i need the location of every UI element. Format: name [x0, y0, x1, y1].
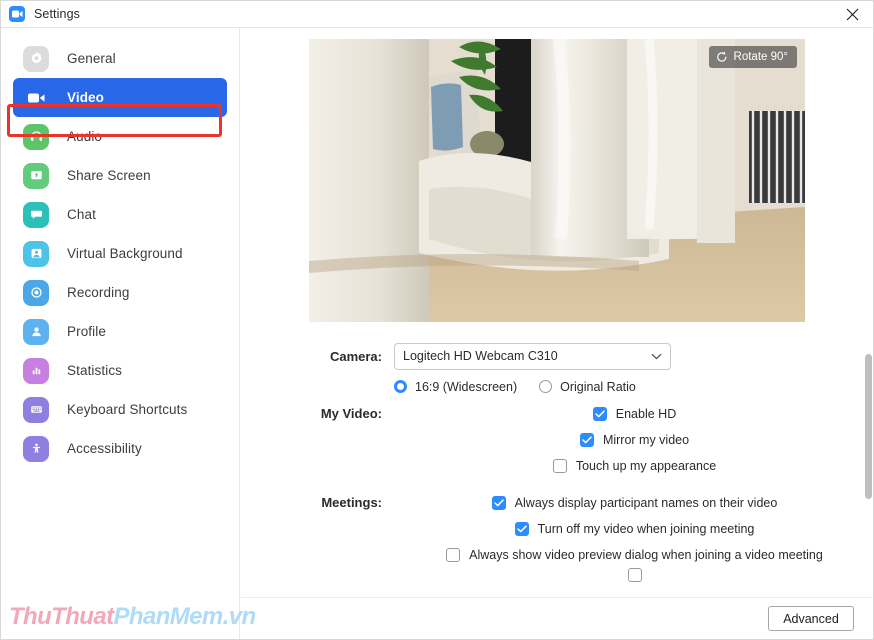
chat-bubble-icon: [23, 201, 49, 228]
footer-bar: Advanced: [241, 597, 873, 639]
main-content: Rotate 90° Camera: Logitech HD Webcam C3…: [241, 28, 873, 639]
checkbox-row-partially-visible: [627, 568, 642, 582]
checkbox-label: Always show video preview dialog when jo…: [469, 548, 823, 562]
sidebar-item-label: Recording: [67, 285, 130, 300]
checkbox-row-mirror-my-video: Mirror my video: [579, 427, 690, 453]
video-preview: Rotate 90°: [309, 39, 805, 322]
bar-chart-icon: [23, 357, 49, 384]
sidebar-item-keyboard-shortcuts[interactable]: Keyboard Shortcuts: [13, 390, 227, 429]
sidebar-item-label: Video: [67, 90, 105, 105]
checkbox-label: Touch up my appearance: [575, 459, 717, 473]
camera-row: Camera: Logitech HD Webcam C310: [241, 340, 873, 372]
checkbox-always-show-video-preview-dialog[interactable]: [446, 548, 461, 562]
radio-original-ratio-label: Original Ratio: [560, 379, 636, 394]
sidebar-item-statistics[interactable]: Statistics: [13, 351, 227, 390]
camera-label: Camera:: [329, 348, 382, 364]
sidebar-item-virtual-background[interactable]: Virtual Background: [13, 234, 227, 273]
my-video-row: My Video: Enable HD Mirror my video Touc…: [241, 401, 873, 479]
person-icon: [23, 318, 49, 345]
advanced-button[interactable]: Advanced: [768, 606, 854, 631]
checkbox-enable-hd[interactable]: [592, 407, 607, 421]
aspect-ratio-row: 16:9 (Widescreen) Original Ratio: [241, 372, 873, 401]
record-circle-icon: [23, 279, 49, 306]
checkbox-touch-up-my-appearance[interactable]: [552, 459, 567, 473]
sidebar-item-chat[interactable]: Chat: [13, 195, 227, 234]
sidebar-item-label: Keyboard Shortcuts: [67, 402, 188, 417]
settings-window: Settings General Video Audio Share Scree…: [0, 0, 874, 640]
video-camera-icon: [23, 85, 49, 111]
scrollbar-track[interactable]: [864, 340, 873, 630]
keyboard-icon: [23, 396, 49, 423]
camera-preview-image: [309, 39, 805, 322]
sidebar-item-label: Share Screen: [67, 168, 151, 183]
checkbox-mirror-my-video[interactable]: [579, 433, 594, 447]
video-settings-form: Camera: Logitech HD Webcam C310 16:9 (Wi…: [241, 340, 873, 582]
sidebar-item-label: Chat: [67, 207, 96, 222]
checkbox-row-always-show-video-preview-dialog: Always show video preview dialog when jo…: [446, 542, 823, 568]
rotate-90-button[interactable]: Rotate 90°: [708, 46, 797, 68]
checkbox-always-display-participant-names[interactable]: [491, 496, 506, 510]
close-button[interactable]: [830, 1, 873, 28]
scrollbar-thumb[interactable]: [865, 354, 872, 499]
rotate-90-label: Rotate 90°: [733, 51, 788, 63]
sidebar-item-label: Statistics: [67, 363, 123, 378]
checkbox-label: Mirror my video: [602, 433, 690, 447]
person-frame-icon: [23, 240, 49, 267]
headphones-icon: [23, 123, 49, 150]
my-video-label: My Video:: [320, 406, 382, 421]
sidebar-item-label: General: [67, 51, 116, 66]
app-video-camera-icon: [9, 6, 25, 22]
checkbox-label: Turn off my video when joining meeting: [537, 522, 755, 536]
sidebar-item-label: Accessibility: [67, 441, 142, 456]
sidebar-item-label: Profile: [67, 324, 106, 339]
window-title: Settings: [34, 7, 80, 21]
gear-icon: [23, 45, 49, 72]
camera-select-wrapper: Logitech HD Webcam C310: [394, 342, 671, 370]
sidebar-item-audio[interactable]: Audio: [13, 117, 227, 156]
sidebar-item-label: Audio: [67, 129, 103, 144]
checkbox-partially-visible[interactable]: [627, 568, 642, 582]
checkbox-row-always-display-participant-names: Always display participant names on thei…: [491, 490, 778, 516]
sidebar-item-general[interactable]: General: [13, 39, 227, 78]
meetings-label: Meetings:: [321, 495, 382, 510]
checkbox-label: Enable HD: [615, 407, 677, 421]
sidebar-item-label: Virtual Background: [67, 246, 183, 261]
sidebar-item-video[interactable]: Video: [13, 78, 227, 117]
camera-select[interactable]: Logitech HD Webcam C310: [394, 342, 671, 370]
checkbox-turn-off-my-video-when-joining[interactable]: [514, 522, 529, 536]
accessibility-icon: [23, 435, 49, 462]
rotate-ccw-icon: [716, 51, 728, 63]
sidebar-item-recording[interactable]: Recording: [13, 273, 227, 312]
title-bar: Settings: [1, 1, 873, 28]
radio-original-ratio[interactable]: [539, 380, 553, 393]
checkbox-row-touch-up-my-appearance: Touch up my appearance: [552, 453, 717, 479]
checkbox-row-enable-hd: Enable HD: [592, 401, 677, 427]
radio-16-9-label: 16:9 (Widescreen): [415, 379, 518, 394]
checkbox-label: Always display participant names on thei…: [514, 496, 778, 510]
radio-16-9[interactable]: [394, 380, 407, 393]
sidebar-item-share-screen[interactable]: Share Screen: [13, 156, 227, 195]
meetings-row: Meetings: Always display participant nam…: [241, 490, 873, 582]
checkbox-row-turn-off-my-video-when-joining: Turn off my video when joining meeting: [514, 516, 755, 542]
sidebar: General Video Audio Share Screen Chat Vi…: [1, 28, 240, 639]
sidebar-item-profile[interactable]: Profile: [13, 312, 227, 351]
sidebar-item-accessibility[interactable]: Accessibility: [13, 429, 227, 468]
share-screen-icon: [23, 162, 49, 189]
